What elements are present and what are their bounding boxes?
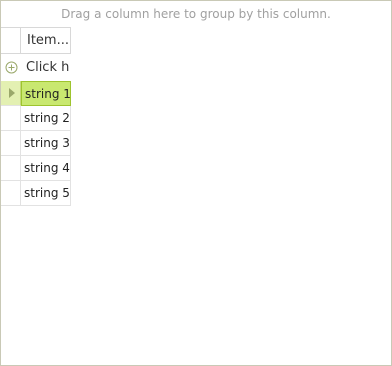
group-by-panel[interactable]: Drag a column here to group by this colu… xyxy=(1,1,391,27)
row-indicator[interactable] xyxy=(1,181,21,206)
data-grid[interactable]: Drag a column here to group by this colu… xyxy=(0,0,392,366)
table-cell[interactable]: string 5 xyxy=(21,181,71,206)
new-row-prompt[interactable]: Click h xyxy=(26,54,71,81)
table-row[interactable]: string 1 xyxy=(1,81,71,106)
table-cell[interactable]: string 1 xyxy=(21,81,71,106)
row-indicator[interactable] xyxy=(1,106,21,131)
row-indicator[interactable] xyxy=(1,156,21,181)
column-header-item[interactable]: Item... xyxy=(21,27,71,54)
table-cell[interactable]: string 4 xyxy=(21,156,71,181)
row-indicator[interactable] xyxy=(1,81,21,106)
table-row[interactable]: string 4 xyxy=(1,156,71,181)
table-row[interactable]: string 3 xyxy=(1,131,71,156)
table-cell[interactable]: string 2 xyxy=(21,106,71,131)
row-indicator[interactable] xyxy=(1,131,21,156)
new-row[interactable]: Click h xyxy=(1,54,71,81)
table-row[interactable]: string 2 xyxy=(1,106,71,131)
plus-circle-icon[interactable] xyxy=(1,54,21,81)
table-row[interactable]: string 5 xyxy=(1,181,71,206)
row-indicator-header xyxy=(1,27,21,54)
table-cell[interactable]: string 3 xyxy=(21,131,71,156)
triangle-right-icon xyxy=(9,88,15,98)
